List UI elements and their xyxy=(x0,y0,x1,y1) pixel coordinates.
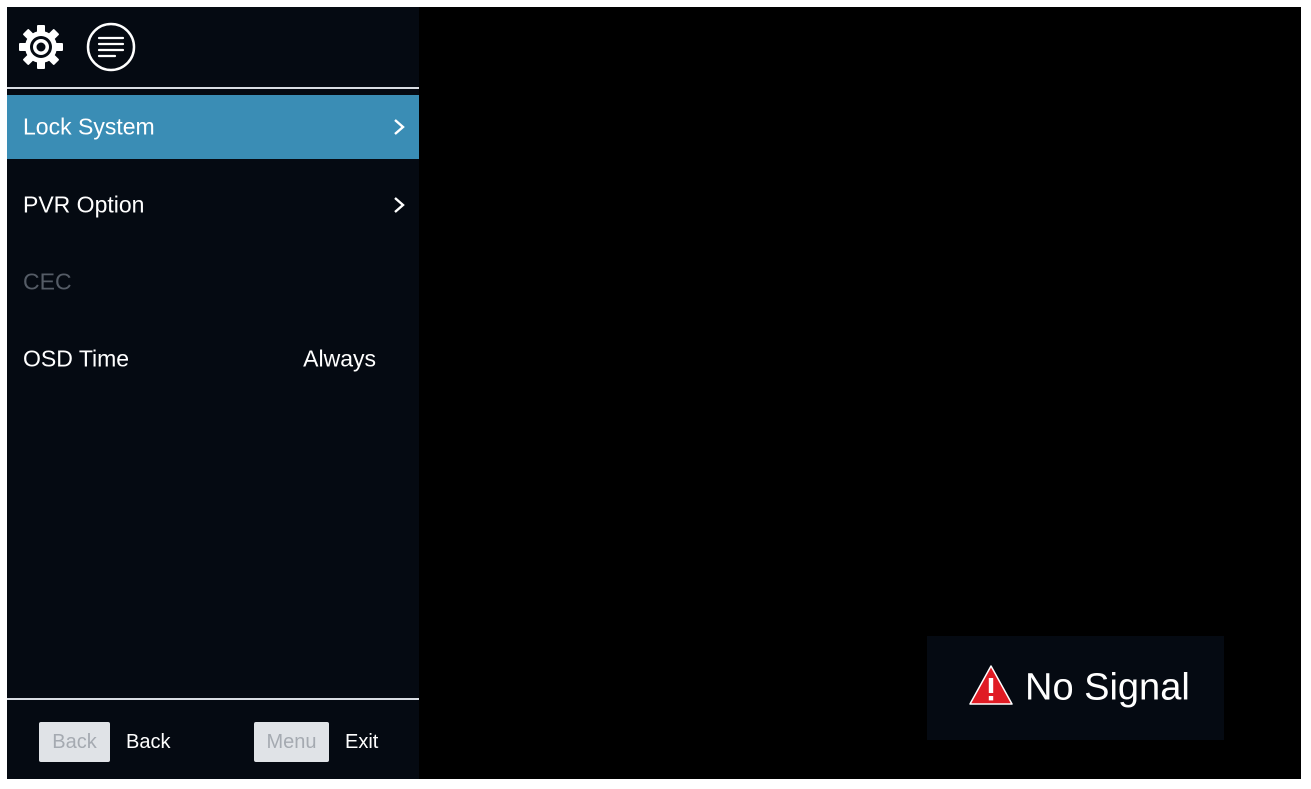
menu-item-label: Lock System xyxy=(23,113,155,140)
warning-icon xyxy=(969,665,1013,705)
menu-item-osd-time[interactable]: OSD Time Always xyxy=(7,327,419,391)
menu-header xyxy=(7,7,419,87)
menu-key-button[interactable]: Menu xyxy=(254,722,329,762)
list-icon[interactable] xyxy=(85,21,137,73)
no-signal-banner: No Signal xyxy=(927,636,1224,740)
chevron-right-icon xyxy=(394,119,405,135)
key-hint-footer: Back Back Menu Exit xyxy=(7,700,419,779)
back-key-label: Back xyxy=(126,731,171,753)
menu-item-label: CEC xyxy=(23,268,72,295)
menu-item-pvr-option[interactable]: PVR Option xyxy=(7,173,419,237)
menu-item-label: OSD Time xyxy=(23,345,130,372)
menu-item-lock-system[interactable]: Lock System xyxy=(7,95,419,159)
menu-item-label: PVR Option xyxy=(23,191,145,218)
no-signal-message: No Signal xyxy=(1025,666,1190,709)
header-divider xyxy=(7,87,419,89)
settings-menu-panel: Lock System PVR Option CEC OSD Time Alwa… xyxy=(7,7,419,779)
menu-item-cec: CEC xyxy=(7,250,419,314)
menu-item-value: Always xyxy=(303,345,376,372)
exit-key-label: Exit xyxy=(345,731,379,753)
gear-icon[interactable] xyxy=(15,21,67,73)
tv-screen: Lock System PVR Option CEC OSD Time Alwa… xyxy=(7,7,1301,779)
chevron-right-icon xyxy=(394,197,405,213)
back-key-button[interactable]: Back xyxy=(39,722,110,762)
